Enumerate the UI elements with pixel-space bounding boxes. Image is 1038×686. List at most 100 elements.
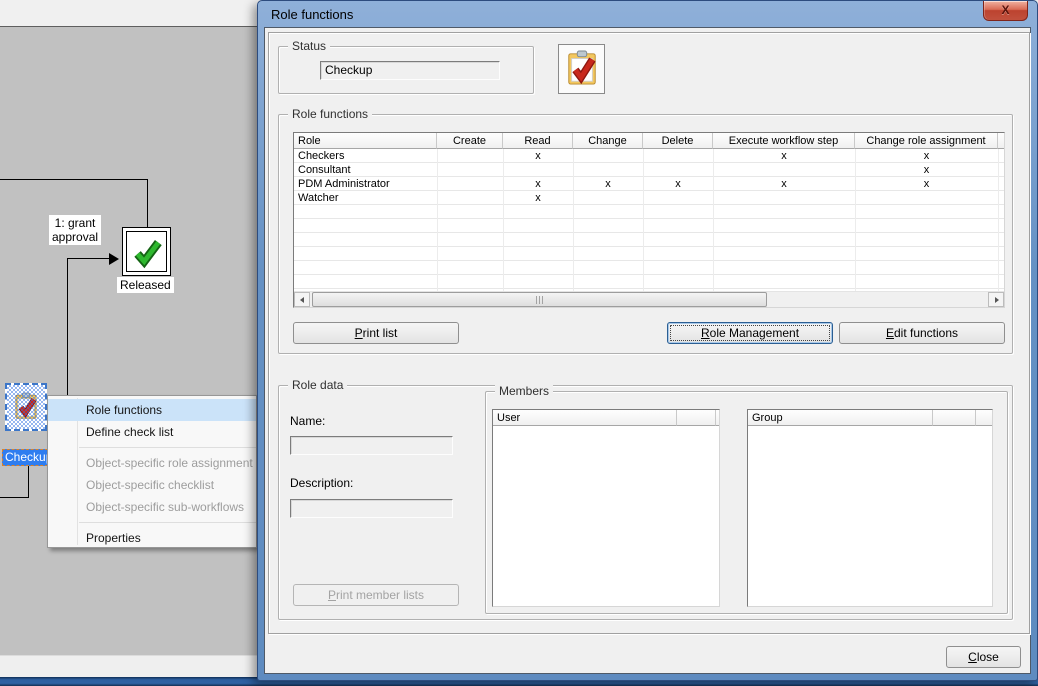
user-list[interactable]: User	[492, 409, 720, 607]
workflow-connector-line	[0, 497, 29, 498]
column-header-role[interactable]: Role	[294, 133, 437, 149]
table-row[interactable]: Consultant x	[294, 163, 1004, 177]
cell-create	[437, 149, 503, 163]
close-button[interactable]: Close	[946, 646, 1021, 668]
cell-delete	[643, 163, 713, 177]
description-field[interactable]	[290, 499, 453, 518]
transition-label: 1: grant approval	[49, 215, 101, 245]
workflow-connector-line	[147, 179, 148, 229]
scroll-left-arrow-icon[interactable]	[294, 292, 310, 307]
menu-item-object-specific-role-assignment: Object-specific role assignment	[48, 452, 256, 474]
cell-execute: x	[713, 149, 855, 163]
table-row[interactable]: PDM Administrator x x x x x	[294, 177, 1004, 191]
scrollbar-thumb[interactable]	[312, 292, 767, 307]
group-list-header: Group	[748, 410, 992, 426]
cell-delete: x	[643, 177, 713, 191]
role-management-button[interactable]: Role Management	[667, 322, 833, 344]
cell-execute	[713, 163, 855, 177]
column-header-delete[interactable]: Delete	[643, 133, 713, 149]
column-header-execute-workflow-step[interactable]: Execute workflow step	[713, 133, 855, 149]
cell-change	[573, 163, 643, 177]
table-row[interactable]: Checkers x x x	[294, 149, 1004, 163]
print-list-button[interactable]: Print list	[293, 322, 459, 344]
name-field[interactable]	[290, 436, 453, 455]
menu-item-properties[interactable]: Properties	[48, 527, 256, 549]
cell-role: Consultant	[294, 163, 437, 177]
column-header-filler	[976, 410, 992, 426]
menu-item-object-specific-sub-workflows: Object-specific sub-workflows	[48, 496, 256, 518]
menu-item-define-check-list[interactable]: Define check list	[48, 421, 256, 443]
name-label: Name:	[290, 414, 325, 428]
print-member-lists-button: Print member lists	[293, 584, 459, 606]
cell-role: Checkers	[294, 149, 437, 163]
horizontal-scrollbar	[294, 291, 1004, 307]
cell-create	[437, 163, 503, 177]
workflow-connector-line	[0, 179, 148, 180]
cell-delete	[643, 149, 713, 163]
role-functions-dialog: Role functions X Status Checkup Role f	[257, 0, 1038, 681]
cell-change	[573, 149, 643, 163]
selection-overlay	[7, 385, 45, 429]
context-menu: Role functions Define check list Object-…	[47, 395, 257, 548]
menu-item-object-specific-checklist: Object-specific checklist	[48, 474, 256, 496]
user-list-header: User	[493, 410, 719, 426]
cell-read	[503, 163, 573, 177]
cell-role: PDM Administrator	[294, 177, 437, 191]
status-group-label: Status	[288, 39, 330, 53]
cell-read: x	[503, 191, 573, 205]
cell-change-role: x	[855, 163, 998, 177]
cell-delete	[643, 191, 713, 205]
members-group-label: Members	[495, 384, 553, 398]
cell-execute	[713, 191, 855, 205]
roles-table-body: Checkers x x x Consultant x	[294, 149, 1004, 291]
column-header-blank[interactable]	[677, 410, 716, 426]
cell-change-role: x	[855, 177, 998, 191]
status-icon-box	[558, 44, 605, 94]
workflow-connector-line	[67, 258, 111, 259]
workflow-node-released[interactable]	[122, 227, 171, 276]
scrollbar-track[interactable]	[310, 292, 988, 307]
cell-create	[437, 191, 503, 205]
dialog-title: Role functions	[271, 7, 353, 22]
cell-change-role	[855, 191, 998, 205]
menu-separator	[79, 447, 256, 448]
role-data-group-label: Role data	[288, 378, 347, 392]
cell-change	[573, 191, 643, 205]
dialog-titlebar[interactable]: Role functions X	[258, 1, 1037, 27]
workflow-connector-line	[28, 464, 29, 498]
menu-item-role-functions[interactable]: Role functions	[48, 399, 256, 421]
column-header-change[interactable]: Change	[573, 133, 643, 149]
cell-role: Watcher	[294, 191, 437, 205]
close-icon[interactable]: X	[983, 1, 1028, 21]
column-header-filler	[716, 410, 719, 426]
workflow-arrowhead	[109, 253, 119, 265]
dialog-content: Status Checkup Role functions Role	[264, 27, 1031, 674]
role-functions-group-label: Role functions	[288, 107, 372, 121]
roles-table-header: Role Create Read Change Delete Execute w…	[294, 133, 1004, 149]
group-list[interactable]: Group	[747, 409, 993, 607]
workflow-node-checkup-selected[interactable]	[5, 383, 47, 431]
edit-functions-button[interactable]: Edit functions	[839, 322, 1005, 344]
cell-change: x	[573, 177, 643, 191]
column-header-create[interactable]: Create	[437, 133, 503, 149]
cell-read: x	[503, 177, 573, 191]
workflow-connector-line	[67, 258, 68, 395]
column-header-read[interactable]: Read	[503, 133, 573, 149]
status-field[interactable]: Checkup	[320, 61, 500, 80]
column-header-user[interactable]: User	[493, 410, 677, 426]
checkup-node-label: Checkup	[2, 449, 48, 466]
scroll-right-arrow-icon[interactable]	[988, 292, 1004, 307]
roles-table: Role Create Read Change Delete Execute w…	[293, 132, 1005, 308]
cell-create	[437, 177, 503, 191]
column-header-blank[interactable]	[933, 410, 976, 426]
menu-separator	[79, 522, 256, 523]
column-header-change-role-assignment[interactable]: Change role assignment	[855, 133, 998, 149]
cell-change-role: x	[855, 149, 998, 163]
table-row[interactable]: Watcher x	[294, 191, 1004, 205]
column-header-group[interactable]: Group	[748, 410, 933, 426]
column-header-filler	[998, 133, 1004, 149]
description-label: Description:	[290, 476, 353, 490]
clipboard-check-icon	[565, 49, 599, 90]
green-check-icon	[126, 231, 167, 272]
cell-execute: x	[713, 177, 855, 191]
